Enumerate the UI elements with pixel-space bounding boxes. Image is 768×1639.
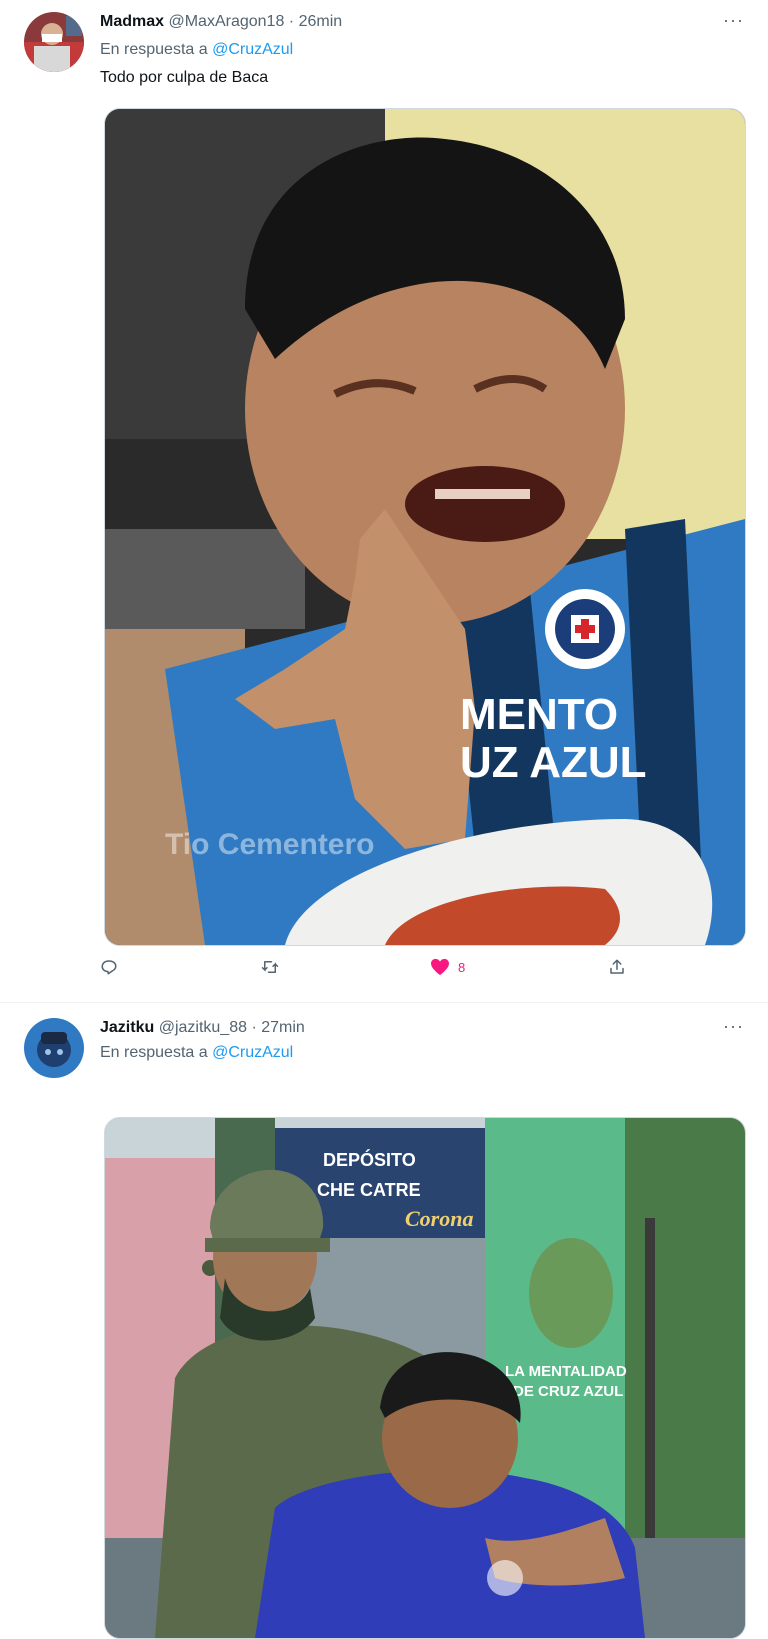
tweet-text: Todo por culpa de Baca (100, 69, 269, 86)
like-count: 8 (458, 959, 466, 975)
tweet[interactable]: Jazitku @jazitku_88 · 27min ··· En respu… (0, 1003, 768, 1639)
tweet-actions: 8 (100, 958, 680, 986)
jersey-text-line2: UZ AZUL (460, 738, 647, 787)
jersey-text-line1: MENTO (460, 690, 618, 739)
reply-mention-link[interactable]: @CruzAzul (212, 1044, 293, 1061)
sign-text-line2: CHE CATRE (317, 1180, 421, 1200)
more-icon[interactable]: ··· (723, 1016, 744, 1037)
reply-icon (100, 958, 118, 976)
reply-prefix: En respuesta a (100, 41, 208, 58)
share-icon (608, 958, 626, 976)
retweet-button[interactable] (260, 958, 280, 976)
separator: · (251, 1019, 257, 1036)
reply-button[interactable] (100, 958, 118, 976)
tweet-media-image[interactable]: DEPÓSITO CHE CATRE Corona LA MENTALIDAD … (104, 1117, 746, 1639)
share-button[interactable] (608, 958, 626, 976)
caption-text-line2: DE CRUZ AZUL (513, 1383, 623, 1400)
avatar[interactable] (24, 1018, 84, 1078)
timestamp[interactable]: 26min (299, 13, 343, 30)
tweet-media-image[interactable]: MENTO UZ AZUL Tio Cementero (104, 108, 746, 946)
author-name[interactable]: Jazitku (100, 1019, 154, 1036)
author-handle[interactable]: @jazitku_88 (159, 1019, 247, 1036)
retweet-icon (260, 958, 280, 976)
avatar[interactable] (24, 12, 84, 72)
tweet-header: Jazitku @jazitku_88 · 27min (100, 1018, 305, 1038)
reply-context: En respuesta a @CruzAzul (100, 1043, 293, 1063)
image-watermark: Tio Cementero (165, 828, 375, 861)
heart-icon (430, 958, 450, 976)
author-handle[interactable]: @MaxAragon18 (168, 13, 284, 30)
caption-text-line1: LA MENTALIDAD (505, 1363, 627, 1380)
reply-mention-link[interactable]: @CruzAzul (212, 41, 293, 58)
reply-prefix: En respuesta a (100, 1044, 208, 1061)
tweet[interactable]: Madmax @MaxAragon18 · 26min ··· En respu… (0, 0, 768, 1000)
sign-text-line1: DEPÓSITO (323, 1149, 416, 1170)
tweet-header: Madmax @MaxAragon18 · 26min (100, 12, 342, 32)
author-name[interactable]: Madmax (100, 13, 164, 30)
separator: · (288, 13, 295, 30)
like-button[interactable]: 8 (430, 958, 465, 976)
sign-brand-logo: Corona (405, 1206, 473, 1231)
reply-context: En respuesta a @CruzAzul (100, 40, 293, 60)
more-icon[interactable]: ··· (723, 10, 744, 31)
timestamp[interactable]: 27min (261, 1019, 305, 1036)
